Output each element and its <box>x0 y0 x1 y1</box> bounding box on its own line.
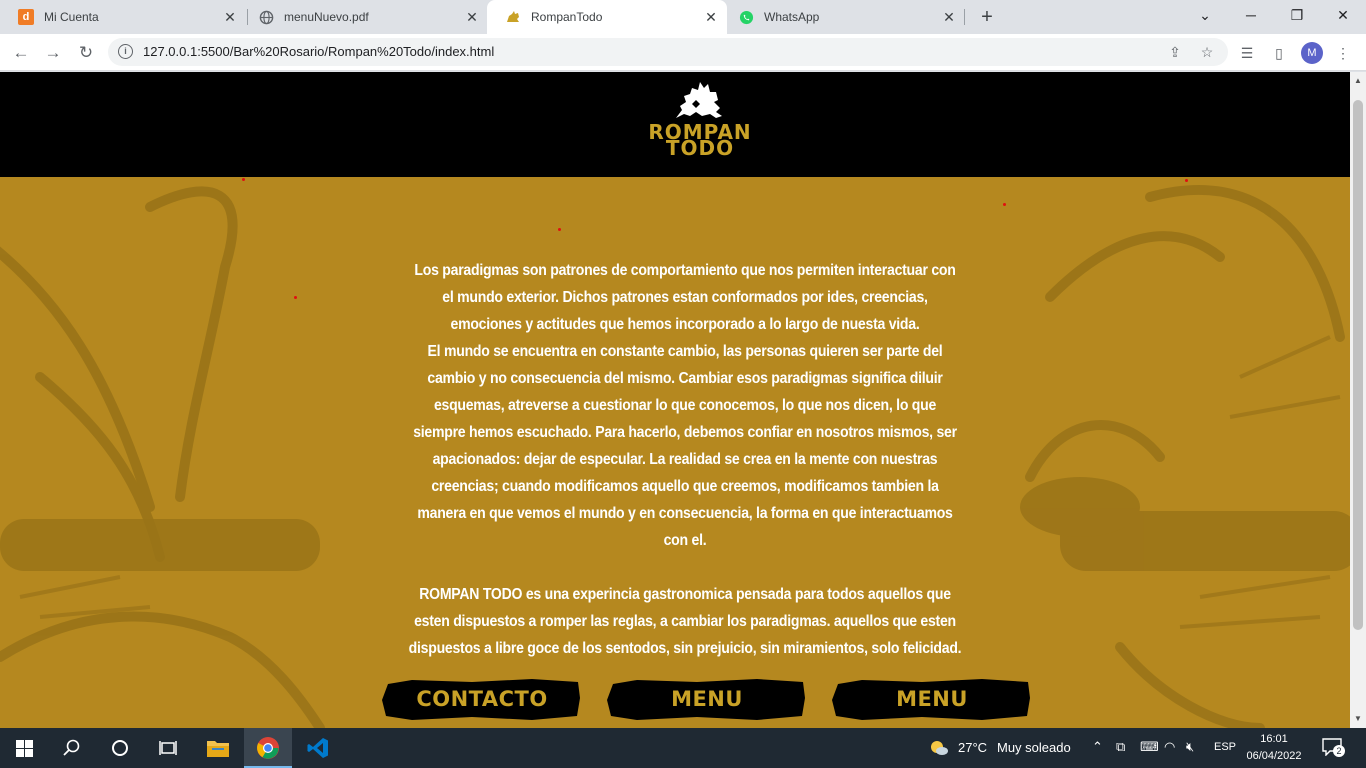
windows-taskbar: 27°C Muy soleado ⌃ ⧉ ⌨ ◠ 🔇︎ ESP 16:01 06… <box>0 728 1366 768</box>
system-clock[interactable]: 16:01 06/04/2022 <box>1244 731 1304 765</box>
cortana-icon[interactable] <box>96 728 144 768</box>
weather-temperature[interactable]: 27°C <box>958 740 987 755</box>
network-wifi-icon[interactable]: ◠ <box>1164 739 1175 755</box>
rompan-logo-icon <box>505 9 521 25</box>
share-icon[interactable]: ⇪ <box>1166 43 1184 61</box>
new-tab-button[interactable]: + <box>975 5 999 29</box>
windows-start-icon[interactable] <box>0 728 48 768</box>
contact-button[interactable]: CONTACTO <box>382 676 582 722</box>
kebab-menu-icon[interactable]: ⋮ <box>1333 43 1353 63</box>
tab-rompan-todo[interactable]: RompanTodo ✕ <box>487 0 727 34</box>
tab-divider <box>964 9 965 25</box>
menu-button[interactable]: MENU <box>607 676 807 722</box>
search-icon[interactable] <box>48 728 96 768</box>
profile-avatar[interactable]: M <box>1301 42 1323 64</box>
rompan-logo-icon <box>676 82 722 118</box>
red-dot <box>1185 179 1188 182</box>
hero-section: Los paradigmas son patrones de comportam… <box>0 177 1350 728</box>
notification-count-badge: 2 <box>1333 745 1345 757</box>
globe-icon <box>258 9 274 25</box>
weather-sun-icon[interactable] <box>929 739 949 757</box>
back-button[interactable]: ← <box>8 40 34 66</box>
red-dot <box>1003 203 1006 206</box>
weather-description[interactable]: Muy soleado <box>997 740 1071 755</box>
red-dot <box>294 296 297 299</box>
volume-muted-icon[interactable]: 🔇︎ <box>1186 739 1194 755</box>
paragraph-change: El mundo se encuentra en constante cambi… <box>413 343 957 549</box>
paragraph-paradigms: Los paradigmas son patrones de comportam… <box>414 262 956 333</box>
address-bar[interactable]: i 127.0.0.1:5500/Bar%20Rosario/Rompan%20… <box>108 38 1228 66</box>
page-scrollbar[interactable]: ▲ ▼ <box>1350 72 1366 728</box>
menu-button-label: MENU <box>671 687 743 711</box>
whatsapp-icon <box>738 9 754 25</box>
close-icon[interactable]: ✕ <box>941 9 957 25</box>
input-method-icon[interactable]: ⌨ <box>1140 739 1159 755</box>
tab-title: WhatsApp <box>764 10 820 24</box>
notification-center-icon[interactable]: 2 <box>1322 738 1345 758</box>
show-hidden-icons-icon[interactable]: ⌃ <box>1092 739 1103 755</box>
scroll-down-icon[interactable]: ▼ <box>1354 714 1362 723</box>
chrome-icon[interactable] <box>244 728 292 768</box>
clock-date: 06/04/2022 <box>1246 750 1302 762</box>
tab-mi-cuenta[interactable]: d Mi Cuenta ✕ <box>0 0 246 34</box>
contact-button-label: CONTACTO <box>416 687 548 711</box>
close-icon[interactable]: ✕ <box>703 9 719 25</box>
intro-text: Los paradigmas son patrones de comportam… <box>408 257 962 662</box>
red-dot <box>558 228 561 231</box>
paragraph-rompan-todo: ROMPAN TODO es una experincia gastronomi… <box>408 586 962 657</box>
reload-button[interactable]: ↻ <box>73 40 99 66</box>
menu-button-2-label: MENU <box>896 687 968 711</box>
browser-tab-bar: d Mi Cuenta ✕ menuNuevo.pdf ✕ RompanTodo… <box>0 0 1366 34</box>
tab-title: menuNuevo.pdf <box>284 10 369 24</box>
tab-whatsapp[interactable]: WhatsApp ✕ <box>720 0 965 34</box>
language-indicator[interactable]: ESP <box>1214 741 1236 753</box>
reading-list-icon[interactable]: ☰ <box>1237 43 1257 63</box>
vscode-icon[interactable] <box>294 728 342 768</box>
close-icon[interactable]: ✕ <box>464 9 480 25</box>
menu-button-2[interactable]: MENU <box>832 676 1032 722</box>
site-header: ROMPAN TODO <box>0 72 1350 177</box>
dinahosting-icon: d <box>18 9 34 25</box>
forward-button[interactable]: → <box>40 40 66 66</box>
tab-menu-nuevo-pdf[interactable]: menuNuevo.pdf ✕ <box>240 0 488 34</box>
brand-wordmark[interactable]: ROMPAN TODO <box>600 122 800 160</box>
task-view-icon[interactable] <box>144 728 192 768</box>
close-icon[interactable]: ✕ <box>222 9 238 25</box>
tab-search-icon[interactable]: ⌄ <box>1182 0 1228 30</box>
minimize-button[interactable]: ─ <box>1228 0 1274 30</box>
red-dot <box>242 178 245 181</box>
brand-line-2: TODO <box>665 136 735 160</box>
scroll-up-icon[interactable]: ▲ <box>1354 76 1362 85</box>
browser-toolbar: ← → ↻ i 127.0.0.1:5500/Bar%20Rosario/Rom… <box>0 34 1366 71</box>
close-window-button[interactable]: ✕ <box>1320 0 1366 30</box>
restore-button[interactable]: ❐ <box>1274 0 1320 30</box>
site-info-icon[interactable]: i <box>118 44 133 59</box>
url-text[interactable]: 127.0.0.1:5500/Bar%20Rosario/Rompan%20To… <box>143 44 494 59</box>
bookmark-star-icon[interactable]: ☆ <box>1198 43 1216 61</box>
file-explorer-icon[interactable] <box>194 728 242 768</box>
clock-time: 16:01 <box>1260 733 1288 745</box>
tab-title: RompanTodo <box>531 10 603 24</box>
meet-now-icon[interactable]: ⧉ <box>1116 739 1125 755</box>
scrollbar-thumb[interactable] <box>1353 100 1363 630</box>
side-panel-icon[interactable]: ▯ <box>1269 43 1289 63</box>
tab-title: Mi Cuenta <box>44 10 99 24</box>
page-viewport: ROMPAN TODO Los paradigmas son patrones … <box>0 72 1350 728</box>
